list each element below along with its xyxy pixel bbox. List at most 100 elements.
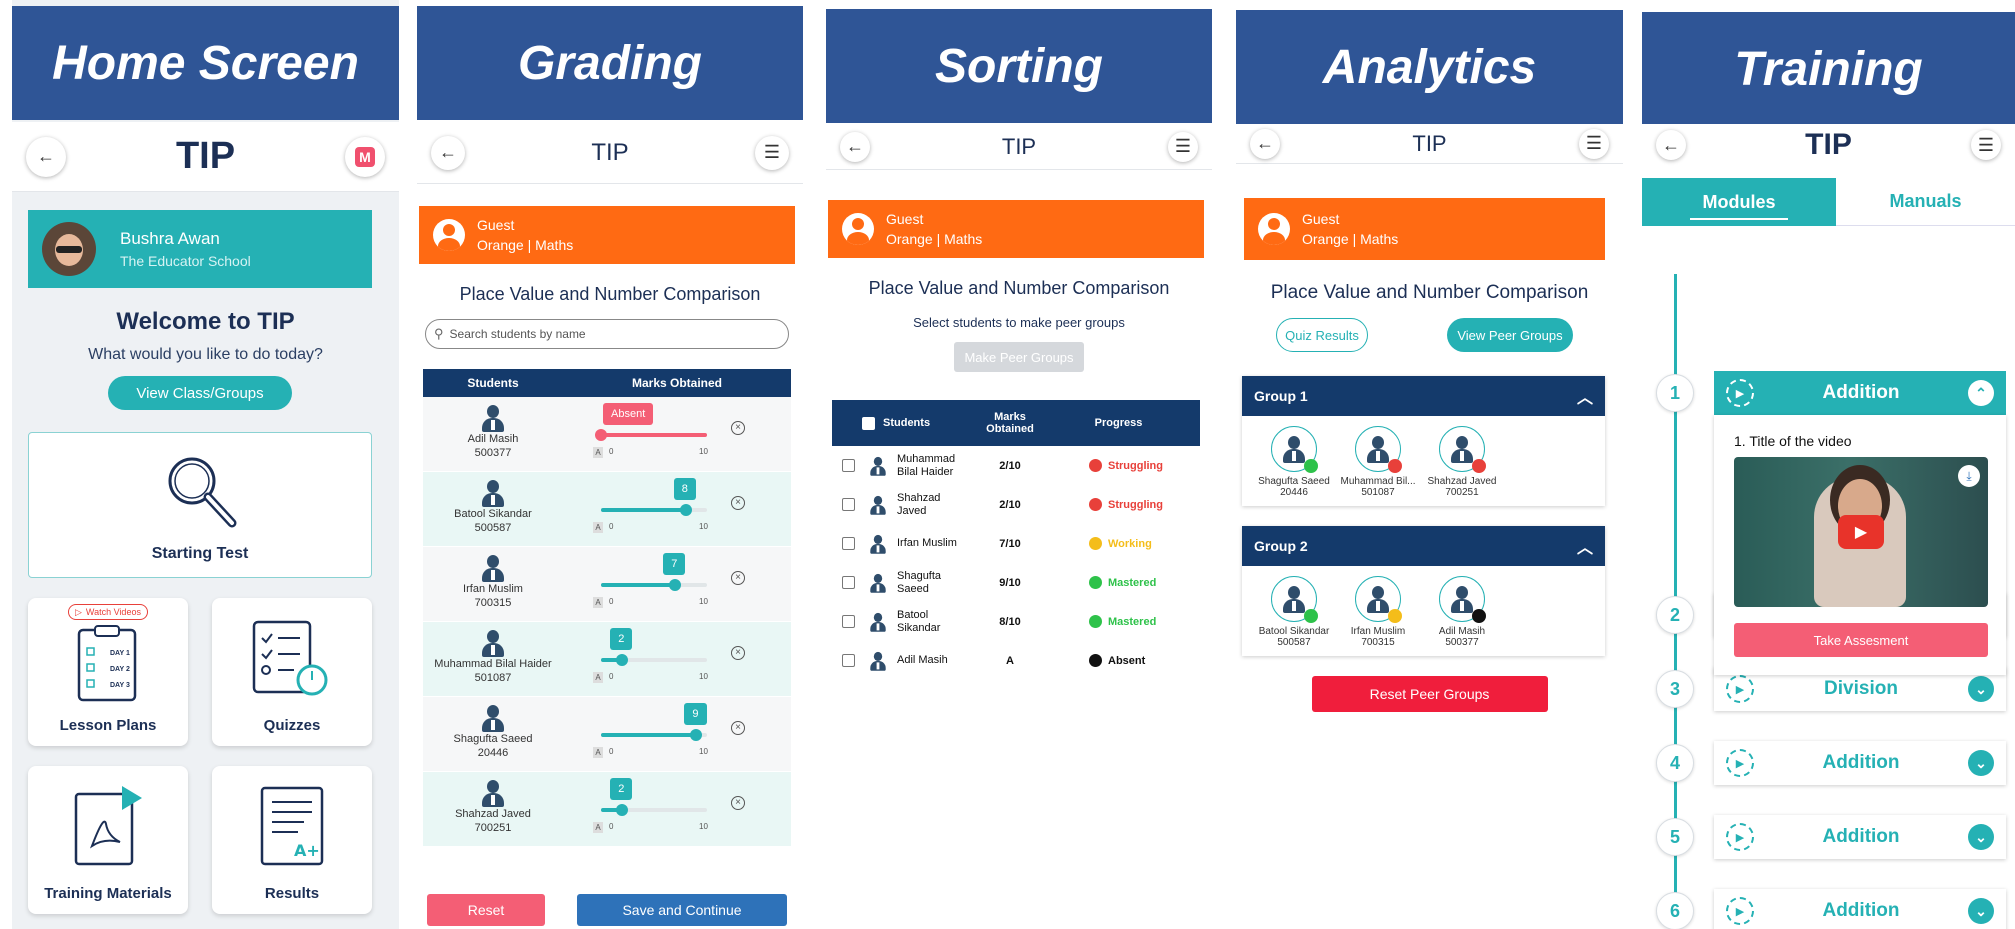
student-checkbox[interactable] [842, 459, 855, 472]
home-panel: Home Screen ← TIP M Bushra Awan The Educ… [12, 0, 399, 929]
mark-slider-thumb[interactable] [616, 804, 629, 816]
chevron-up-icon[interactable]: ︿ [1577, 384, 1593, 408]
mark-slider[interactable] [595, 429, 707, 441]
save-continue-button[interactable]: Save and Continue [577, 894, 787, 926]
reset-peer-groups-button[interactable]: Reset Peer Groups [1311, 676, 1548, 712]
select-all-checkbox[interactable] [862, 416, 875, 430]
chevron-down-icon[interactable]: ⌄ [1968, 824, 1994, 850]
student-avatar-icon [478, 778, 508, 808]
user-name: Bushra Awan [120, 229, 220, 248]
student-name: Shahzad Javed [455, 808, 531, 820]
chevron-down-icon[interactable]: ⌄ [1968, 676, 1994, 702]
profile-menu-button[interactable]: M [345, 136, 385, 177]
chevron-up-icon[interactable]: ⌃ [1968, 380, 1994, 406]
module-header[interactable]: ▶ Addition ⌃ [1714, 371, 2006, 415]
student-checkbox[interactable] [842, 537, 855, 550]
download-icon[interactable]: ⤓ [1958, 465, 1980, 487]
take-assessment-button[interactable]: Take Assesment [1734, 623, 1988, 657]
sorting-rows: Muhammad Bilal Haider 2/10 Struggling Shahz… [832, 446, 1200, 680]
day-label: DAY 3 [110, 682, 130, 689]
sorting-banner: Sorting [826, 9, 1212, 123]
student-marks: 9/10 [999, 576, 1021, 589]
menu-button[interactable]: ☰ [1578, 128, 1609, 159]
student-checkbox[interactable] [842, 654, 855, 667]
reset-button[interactable]: Reset [427, 894, 545, 926]
chevron-up-icon[interactable]: ︿ [1577, 534, 1593, 558]
starting-test-card[interactable]: Starting Test [28, 432, 372, 578]
module-header[interactable]: ▶ Addition ⌄ [1714, 815, 2006, 859]
clear-mark-icon[interactable]: × [731, 496, 745, 510]
group-header[interactable]: Group 1 ︿ [1242, 376, 1605, 416]
module-header[interactable]: ▶ Addition ⌄ [1714, 741, 2006, 785]
video-thumbnail[interactable]: ▶ ⤓ [1734, 457, 1988, 607]
student-id: 500587 [474, 522, 512, 534]
clear-mark-icon[interactable]: × [731, 571, 745, 585]
member-name: Muhammad Bil... [1340, 476, 1416, 487]
student-checkbox[interactable] [842, 576, 855, 589]
mark-slider[interactable] [601, 654, 707, 666]
mark-slider[interactable] [601, 504, 707, 516]
search-box[interactable]: ⚲ Search students by name [425, 319, 789, 349]
menu-button[interactable]: ☰ [1970, 130, 2001, 160]
watch-videos-badge[interactable]: ▷ Watch Videos [68, 604, 148, 620]
sorting-row: Irfan Muslim 7/10 Working [832, 524, 1200, 563]
view-peer-groups-button[interactable]: View Peer Groups [1447, 318, 1573, 352]
student-checkbox[interactable] [842, 498, 855, 511]
clear-mark-icon[interactable]: × [731, 421, 745, 435]
member: Shagufta Saeed 20446 [1254, 426, 1334, 498]
status-face-icon [1089, 498, 1102, 511]
clear-mark-icon[interactable]: × [731, 796, 745, 810]
mark-slider-thumb[interactable] [595, 429, 607, 441]
mark-slider[interactable] [601, 579, 707, 591]
search-input[interactable]: Search students by name [450, 327, 586, 341]
mark-bubble: 2 [610, 778, 633, 800]
back-button[interactable]: ← [1656, 130, 1686, 160]
sorting-row: Batool Sikandar 8/10 Mastered [832, 602, 1200, 641]
arrow-left-icon: ← [439, 142, 457, 162]
student-avatar-icon [478, 553, 508, 583]
results-tile[interactable]: A+ Results [212, 766, 372, 914]
back-button[interactable]: ← [26, 136, 66, 177]
chevron-down-icon[interactable]: ⌄ [1968, 898, 1994, 924]
make-peer-groups-button[interactable]: Make Peer Groups [954, 342, 1084, 372]
student-id: 500377 [474, 447, 512, 459]
tab-manuals[interactable]: Manuals [1836, 178, 2015, 226]
absent-key: A [593, 447, 603, 458]
member-avatar [1355, 426, 1402, 473]
back-button[interactable]: ← [840, 131, 870, 162]
mark-slider-thumb[interactable] [679, 504, 692, 516]
training-materials-tile[interactable]: Training Materials [28, 766, 188, 914]
mark-slider-thumb[interactable] [616, 654, 629, 666]
group-header[interactable]: Group 2 ︿ [1242, 526, 1605, 566]
search-icon: ⚲ [434, 326, 444, 341]
mark-slider[interactable] [601, 804, 707, 816]
back-button[interactable]: ← [431, 135, 465, 170]
mark-slider-thumb[interactable] [690, 729, 703, 741]
clear-mark-icon[interactable]: × [731, 646, 745, 660]
app-title: TIP [1001, 133, 1037, 159]
student-checkbox[interactable] [842, 615, 855, 628]
quizzes-label: Quizzes [263, 717, 321, 734]
play-circle-icon: ▶ [1726, 823, 1754, 851]
play-circle-icon: ▶ [1726, 749, 1754, 777]
back-button[interactable]: ← [1250, 128, 1280, 159]
quizzes-tile[interactable]: Quizzes [212, 598, 372, 746]
menu-button[interactable]: ☰ [755, 135, 789, 170]
module-header[interactable]: ▶ Addition ⌄ [1714, 889, 2006, 929]
menu-button[interactable]: ☰ [1167, 131, 1198, 162]
member-name: Shagufta Saeed [1258, 476, 1330, 487]
student-avatar-icon [868, 494, 889, 515]
quiz-results-button[interactable]: Quiz Results [1276, 318, 1368, 352]
student-cell: Muhammad Bilal Haider 501087 [423, 622, 563, 696]
view-class-groups-button[interactable]: View Class/Groups [108, 376, 292, 410]
app-title: TIP [1412, 130, 1447, 156]
youtube-play-icon[interactable]: ▶ [1838, 515, 1884, 549]
mark-slider[interactable] [601, 729, 707, 741]
clear-mark-icon[interactable]: × [731, 721, 745, 735]
tab-modules[interactable]: Modules [1642, 178, 1836, 226]
lesson-plans-tile[interactable]: ▷ Watch Videos DAY 1 DAY 2 DAY 3 Lesson P… [28, 598, 188, 746]
student-name: Adil Masih [897, 654, 948, 666]
chevron-down-icon[interactable]: ⌄ [1968, 750, 1994, 776]
mark-slider-thumb[interactable] [669, 579, 682, 591]
sorting-instruction: Select students to make peer groups [913, 315, 1125, 330]
